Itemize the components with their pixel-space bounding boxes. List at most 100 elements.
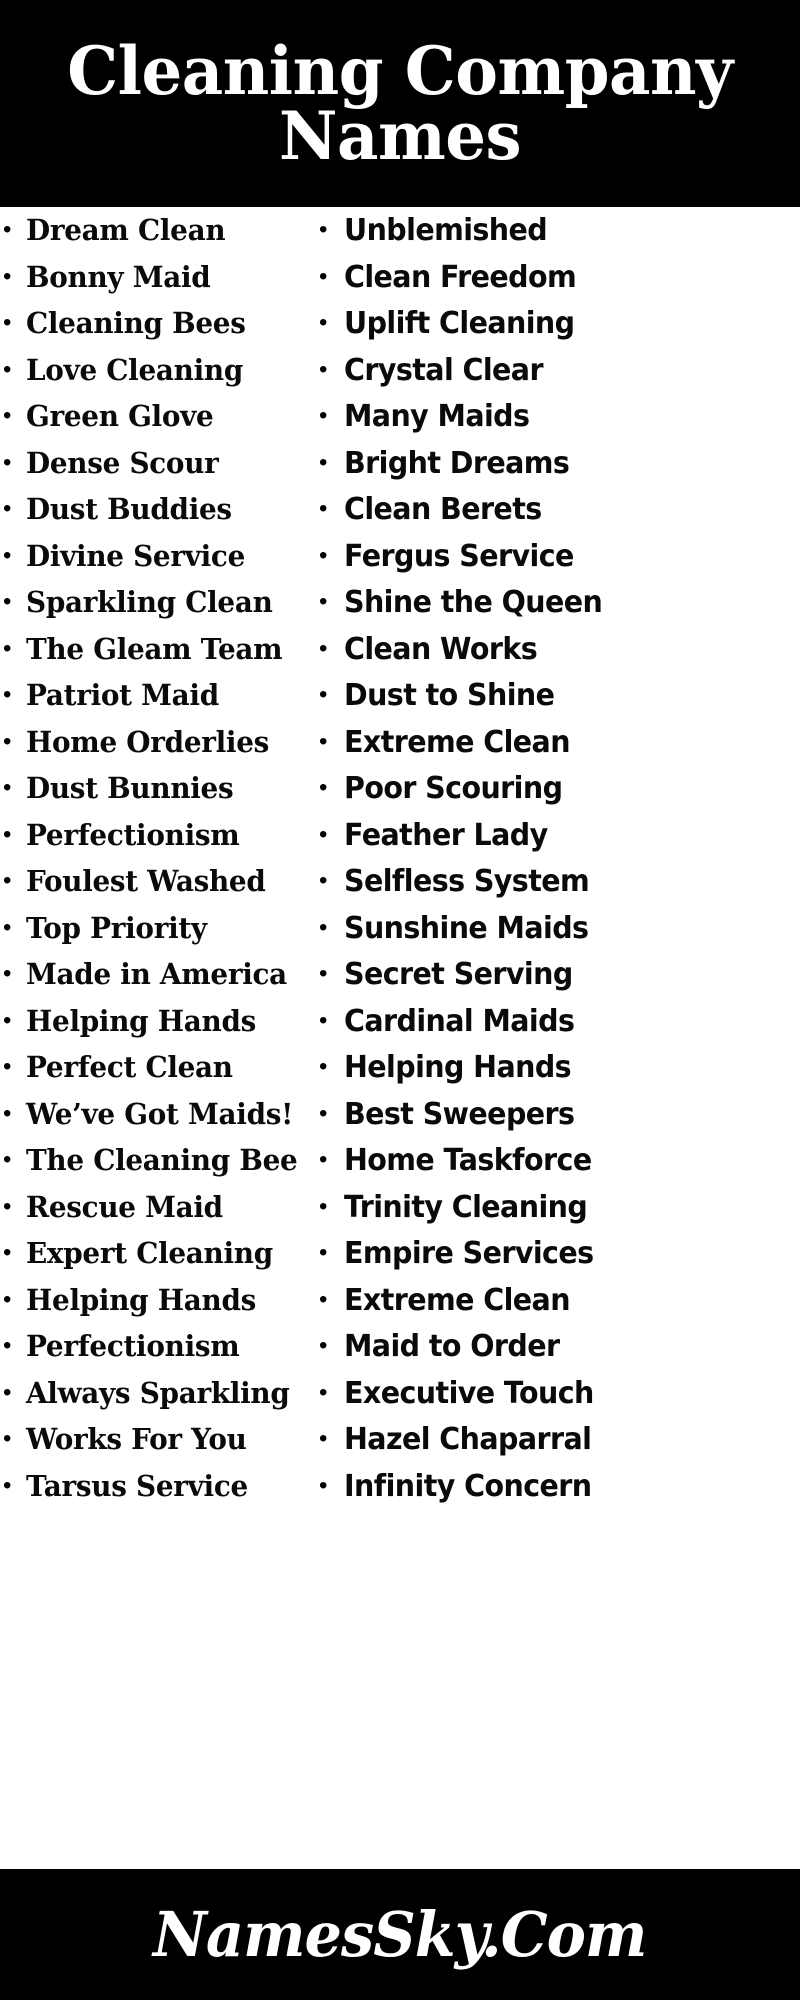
company-name-label: Tarsus Service xyxy=(26,1471,248,1503)
company-name-label: Shine the Queen xyxy=(344,588,603,620)
company-name-label: Extreme Clean xyxy=(344,727,571,760)
bullet-icon: • xyxy=(3,1471,12,1499)
list-item: • Helping Hands xyxy=(0,1286,314,1333)
list-item: • Sunshine Maids xyxy=(314,914,800,961)
list-item: • Empire Services xyxy=(314,1239,800,1286)
bullet-icon: • xyxy=(319,541,328,569)
company-name-label: Secret Serving xyxy=(344,960,573,992)
list-item: • Secret Serving xyxy=(314,960,800,1007)
company-name-label: Poor Scouring xyxy=(344,774,563,806)
list-item: • Clean Berets xyxy=(314,495,800,542)
list-item: • Dense Scour xyxy=(0,449,314,496)
list-item: • We’ve Got Maids! xyxy=(0,1100,314,1147)
company-name-label: Perfectionism xyxy=(26,1332,240,1363)
bullet-icon: • xyxy=(3,541,12,569)
company-name-label: Sunshine Maids xyxy=(344,913,589,946)
list-item: • Divine Service xyxy=(0,542,314,589)
company-name-label: We’ve Got Maids! xyxy=(26,1099,294,1131)
page-title: Cleaning Company Names xyxy=(67,31,733,175)
list-item: • Home Orderlies xyxy=(0,728,314,775)
company-name-label: Made in America xyxy=(26,960,287,991)
list-item: • Foulest Washed xyxy=(0,867,314,914)
bullet-icon: • xyxy=(319,402,328,429)
bullet-icon: • xyxy=(3,867,12,894)
company-name-label: Works For You xyxy=(26,1425,247,1456)
bullet-icon: • xyxy=(3,634,12,662)
company-name-label: Always Sparkling xyxy=(26,1378,290,1410)
bullet-icon: • xyxy=(3,309,12,336)
list-item: • Bonny Maid xyxy=(0,263,314,310)
bullet-icon: • xyxy=(319,216,328,243)
list-item: • Cardinal Maids xyxy=(314,1007,800,1054)
company-name-label: Home Taskforce xyxy=(344,1146,592,1178)
bullet-icon: • xyxy=(319,634,328,662)
bullet-icon: • xyxy=(319,1378,328,1406)
list-item: • Patriot Maid xyxy=(0,681,314,728)
company-name-label: Dust to Shine xyxy=(344,681,555,713)
list-item: • Uplift Cleaning xyxy=(314,309,800,356)
company-name-label: Dust Bunnies xyxy=(26,774,234,805)
company-name-label: Best Sweepers xyxy=(344,1099,575,1132)
list-item: • Feather Lady xyxy=(314,821,800,868)
bullet-icon: • xyxy=(3,1285,12,1313)
bullet-icon: • xyxy=(3,495,12,522)
bullet-icon: • xyxy=(319,1471,328,1499)
list-item: • Rescue Maid xyxy=(0,1193,314,1240)
list-item: • Infinity Concern xyxy=(314,1472,800,1519)
infographic-page: Cleaning Company Names • Dream Clean • Bonn… xyxy=(0,0,800,2000)
company-name-label: Crystal Clear xyxy=(344,355,544,388)
bullet-icon: • xyxy=(319,867,328,894)
bullet-icon: • xyxy=(319,309,328,336)
bullet-icon: • xyxy=(3,448,12,476)
bullet-icon: • xyxy=(319,1425,328,1452)
company-name-label: Home Orderlies xyxy=(26,727,270,759)
company-name-label: Bright Dreams xyxy=(344,448,570,481)
company-name-label: Helping Hands xyxy=(26,1006,257,1038)
list-item: • Sparkling Clean xyxy=(0,588,314,635)
list-item: • Helping Hands xyxy=(0,1007,314,1054)
company-name-label: Uplift Cleaning xyxy=(344,309,575,341)
bullet-icon: • xyxy=(319,1285,328,1313)
company-name-label: Top Priority xyxy=(26,913,207,945)
company-name-label: Rescue Maid xyxy=(26,1192,223,1224)
company-name-label: Many Maids xyxy=(344,402,530,434)
company-name-label: Green Glove xyxy=(26,402,214,433)
company-name-label: Clean Works xyxy=(344,634,538,667)
list-item: • Dust to Shine xyxy=(314,681,800,728)
company-name-label: Dream Clean xyxy=(26,216,226,247)
company-name-label: Maid to Order xyxy=(344,1332,560,1364)
company-name-label: Unblemished xyxy=(344,216,548,248)
company-name-label: Patriot Maid xyxy=(26,681,219,712)
list-item: • Always Sparkling xyxy=(0,1379,314,1426)
bullet-icon: • xyxy=(319,262,328,290)
company-name-label: Bonny Maid xyxy=(26,262,211,294)
bullet-icon: • xyxy=(319,727,328,755)
bullet-icon: • xyxy=(319,774,328,801)
company-name-label: Divine Service xyxy=(26,541,245,573)
bullet-icon: • xyxy=(3,1425,12,1452)
header-banner: Cleaning Company Names xyxy=(0,0,800,207)
list-item: • Many Maids xyxy=(314,402,800,449)
bullet-icon: • xyxy=(319,913,328,941)
company-name-label: Clean Freedom xyxy=(344,262,577,295)
bullet-icon: • xyxy=(319,1053,328,1080)
footer-banner: NamesSky.Com xyxy=(0,1869,800,2000)
name-list-left-column: • Dream Clean • Bonny Maid • Cleaning Bees • Lo… xyxy=(0,216,314,1518)
company-name-label: Feather Lady xyxy=(344,820,548,853)
list-item: • Dream Clean xyxy=(0,216,314,263)
company-name-label: Expert Cleaning xyxy=(26,1239,273,1270)
bullet-icon: • xyxy=(319,1239,328,1266)
name-list-right-column: • Unblemished • Clean Freedom • Uplift Cleani… xyxy=(314,216,800,1518)
list-item: • Extreme Clean xyxy=(314,1286,800,1333)
bullet-icon: • xyxy=(319,1006,328,1034)
company-name-label: Cleaning Bees xyxy=(26,309,246,340)
company-name-label: Selfless System xyxy=(344,867,590,899)
list-item: • Perfectionism xyxy=(0,1332,314,1379)
list-item: • Extreme Clean xyxy=(314,728,800,775)
bullet-icon: • xyxy=(3,355,12,383)
company-name-label: Perfectionism xyxy=(26,820,240,852)
bullet-icon: • xyxy=(3,727,12,755)
company-name-label: The Gleam Team xyxy=(26,634,283,666)
list-item: • Made in America xyxy=(0,960,314,1007)
company-name-label: Clean Berets xyxy=(344,495,542,527)
